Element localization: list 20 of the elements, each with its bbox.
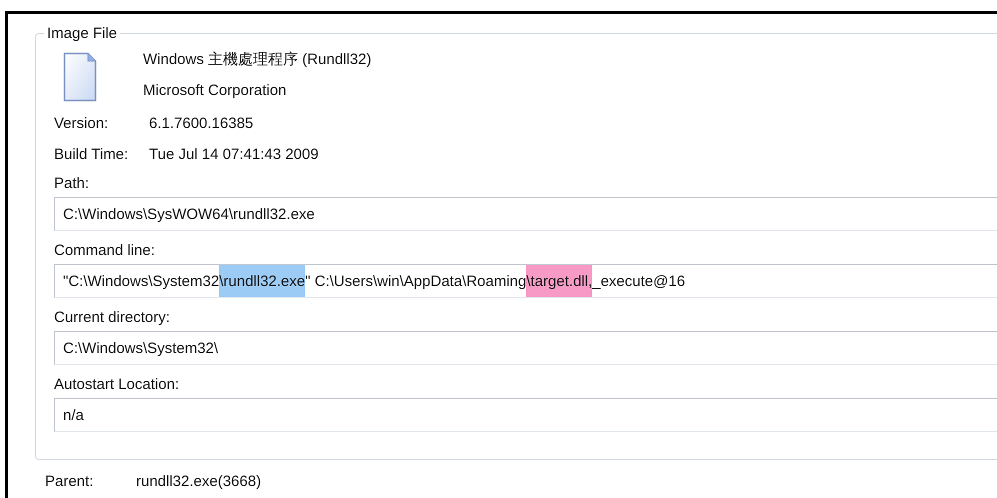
file-description: Windows 主機處理程序 (Rundll32) — [143, 51, 372, 69]
parent-value: rundll32.exe(3668) — [136, 473, 262, 491]
text-field[interactable]: C:\Windows\System32\ — [54, 331, 997, 365]
info-value: 6.1.7600.16385 — [149, 115, 254, 133]
text-field[interactable]: C:\Windows\SysWOW64\rundll32.exe — [54, 197, 997, 231]
parent-label: Parent: — [45, 473, 94, 491]
group-title: Image File — [44, 25, 120, 42]
text-field[interactable]: n/a — [54, 398, 997, 432]
field-label: Autostart Location: — [54, 376, 180, 394]
company-name: Microsoft Corporation — [143, 82, 288, 100]
document-icon — [63, 52, 97, 102]
field-label: Current directory: — [54, 309, 171, 327]
info-label: Build Time: — [54, 146, 130, 164]
highlighted-text: \target.dll, — [526, 265, 592, 297]
field-label: Path: — [54, 175, 90, 193]
field-label: Command line: — [54, 242, 156, 260]
info-label: Version: — [54, 115, 110, 133]
text-field[interactable]: "C:\Windows\System32\rundll32.exe" C:\Users\win\AppData\Roaming\target.dll,_execute@16 — [54, 264, 997, 298]
info-value: Tue Jul 14 07:41:43 2009 — [149, 146, 319, 164]
highlighted-text: \rundll32.exe — [219, 265, 306, 297]
